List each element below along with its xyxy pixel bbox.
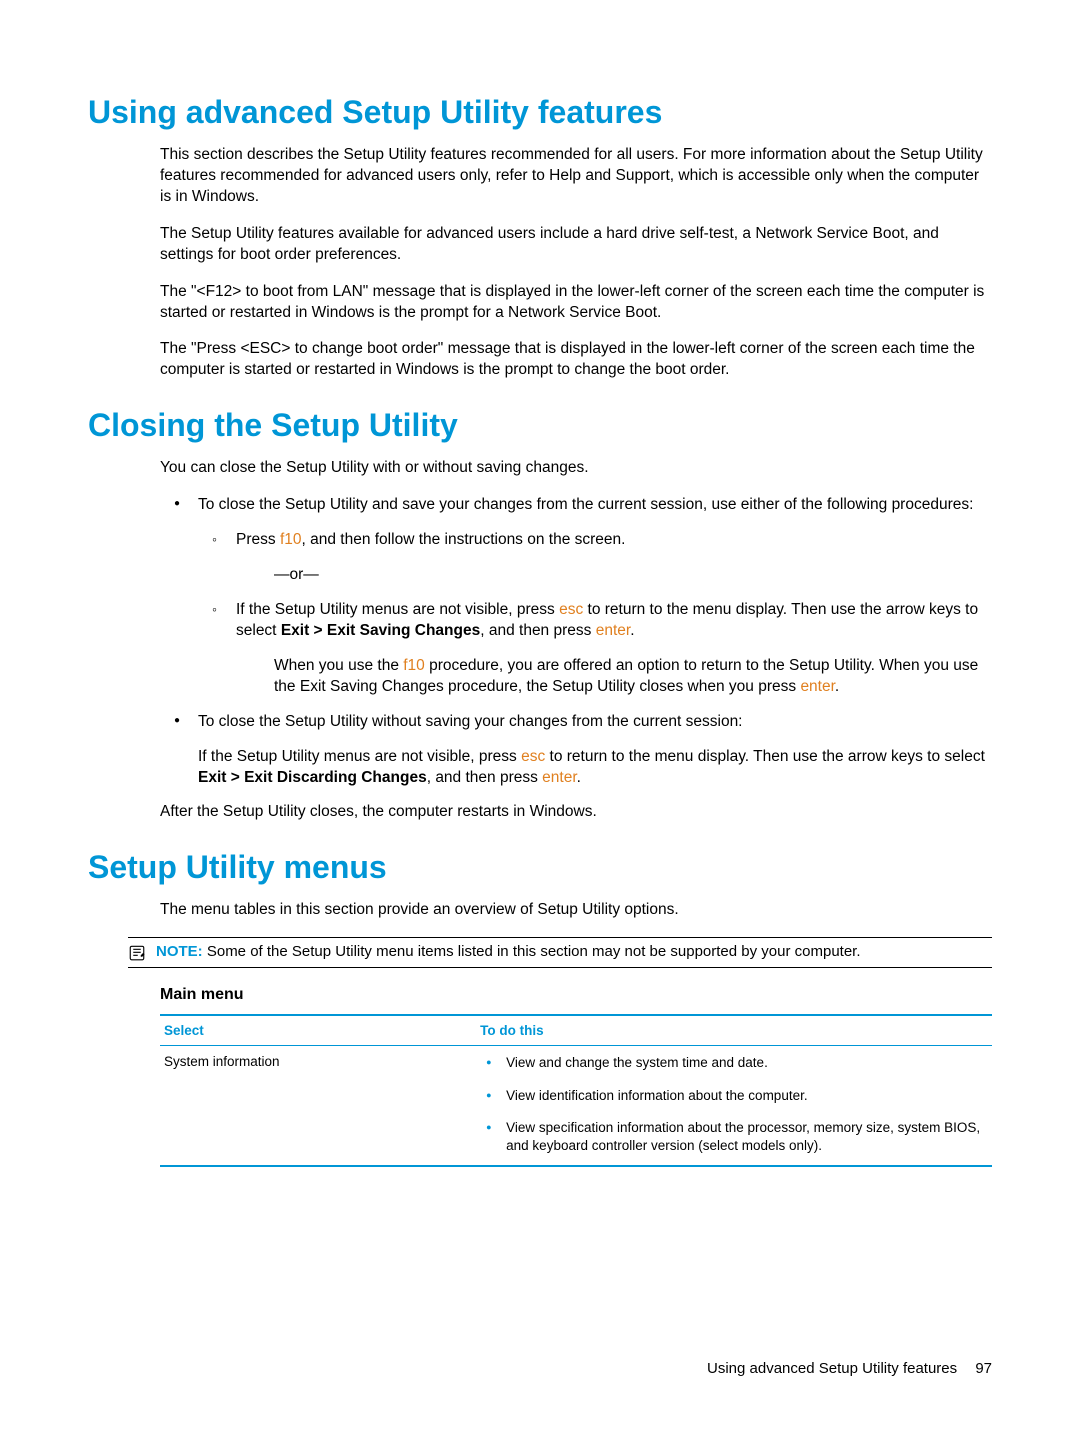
list-item: Press f10, and then follow the instructi… (198, 530, 992, 586)
key-enter: enter (542, 769, 576, 786)
footer-text: Using advanced Setup Utility features (707, 1360, 957, 1377)
paragraph: If the Setup Utility menus are not visib… (198, 747, 992, 789)
sub-list: Press f10, and then follow the instructi… (198, 530, 992, 698)
list-item: View identification information about th… (480, 1087, 988, 1105)
table-row: System information View and change the s… (160, 1046, 992, 1166)
text: When you use the (274, 657, 403, 674)
subheading-main-menu: Main menu (160, 986, 992, 1004)
text: , and then press (427, 769, 542, 786)
or-line: —or— (236, 565, 992, 586)
list-item: To close the Setup Utility and save your… (160, 495, 992, 697)
text: . (835, 678, 839, 695)
text: to return to the menu display. Then use … (545, 748, 985, 765)
key-enter: enter (596, 622, 630, 639)
text: Some of the Setup Utility menu items lis… (207, 943, 861, 960)
paragraph: After the Setup Utility closes, the comp… (160, 802, 992, 823)
paragraph: The menu tables in this section provide … (160, 900, 992, 921)
text: . (577, 769, 581, 786)
heading-closing: Closing the Setup Utility (88, 407, 992, 444)
table-main-menu: Select To do this System information Vie… (160, 1014, 992, 1167)
text: . (630, 622, 634, 639)
list-item: If the Setup Utility menus are not visib… (198, 600, 992, 698)
text: To close the Setup Utility without savin… (198, 713, 743, 730)
list-item: View specification information about the… (480, 1119, 988, 1155)
cell-select: System information (160, 1046, 476, 1166)
cell-todo: View and change the system time and date… (476, 1046, 992, 1166)
paragraph: When you use the f10 procedure, you are … (236, 656, 992, 698)
text: To close the Setup Utility and save your… (198, 496, 973, 513)
note-callout: NOTE: Some of the Setup Utility menu ite… (128, 937, 992, 968)
note-text: NOTE: Some of the Setup Utility menu ite… (156, 943, 861, 960)
page-number: 97 (975, 1360, 992, 1377)
note-icon (128, 944, 146, 962)
text: If the Setup Utility menus are not visib… (236, 601, 559, 618)
text: , and then follow the instructions on th… (302, 531, 626, 548)
key-esc: esc (559, 601, 583, 618)
paragraph: You can close the Setup Utility with or … (160, 458, 992, 479)
paragraph: The Setup Utility features available for… (160, 224, 992, 266)
key-f10: f10 (280, 531, 302, 548)
heading-using-advanced: Using advanced Setup Utility features (88, 94, 992, 131)
heading-menus: Setup Utility menus (88, 849, 992, 886)
table-list: View and change the system time and date… (480, 1054, 988, 1155)
bullet-list: To close the Setup Utility and save your… (160, 495, 992, 788)
paragraph: The "<F12> to boot from LAN" message tha… (160, 282, 992, 324)
list-item: To close the Setup Utility without savin… (160, 712, 992, 789)
table-header-todo: To do this (476, 1015, 992, 1046)
key-esc: esc (521, 748, 545, 765)
text: If the Setup Utility menus are not visib… (198, 748, 521, 765)
key-f10: f10 (403, 657, 425, 674)
text: , and then press (480, 622, 595, 639)
menu-path: Exit > Exit Discarding Changes (198, 769, 427, 786)
key-enter: enter (800, 678, 834, 695)
paragraph: This section describes the Setup Utility… (160, 145, 992, 208)
text: Press (236, 531, 280, 548)
table-header-select: Select (160, 1015, 476, 1046)
list-item: View and change the system time and date… (480, 1054, 988, 1072)
note-label: NOTE: (156, 943, 203, 960)
menu-path: Exit > Exit Saving Changes (281, 622, 480, 639)
paragraph: The "Press <ESC> to change boot order" m… (160, 339, 992, 381)
page-footer: Using advanced Setup Utility features 97 (707, 1360, 992, 1377)
